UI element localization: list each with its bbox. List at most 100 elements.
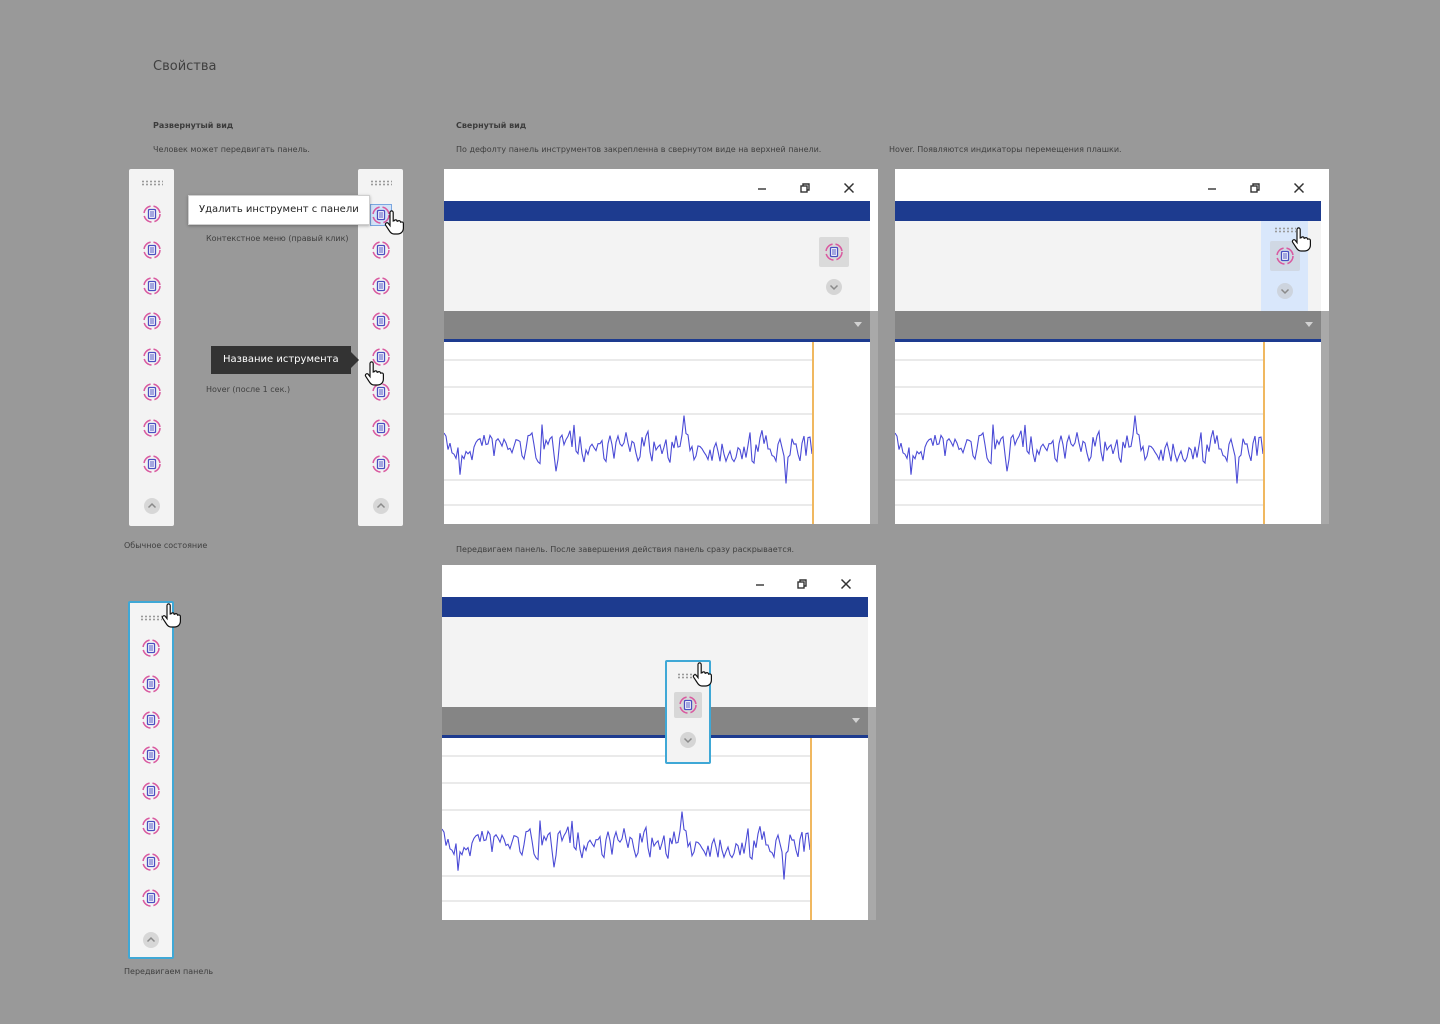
normal-state-caption: Обычное состояние (124, 541, 208, 550)
chevron-down-icon (829, 284, 839, 291)
collapsed-view-heading: Свернутый вид (456, 121, 527, 130)
tool-document-refresh-icon (142, 383, 161, 401)
minimize-button[interactable] (755, 181, 769, 195)
tool-document-refresh-icon (142, 639, 160, 657)
collapsed-drag-description: Передвигаем панель. После завершения дей… (456, 545, 795, 554)
close-button[interactable] (842, 181, 856, 195)
close-button[interactable] (1292, 181, 1306, 195)
tool-document-refresh-icon (142, 312, 161, 330)
toolbar-tool-7[interactable] (141, 852, 161, 872)
toolbar-tool-4[interactable] (371, 311, 391, 331)
restore-icon (797, 579, 807, 589)
tool-document-refresh-icon (142, 348, 161, 366)
toolbar-tool-3[interactable] (371, 276, 391, 296)
toolbar-tool-8[interactable] (141, 888, 161, 908)
collapse-panel-button[interactable] (143, 932, 159, 948)
tool-document-refresh-icon (371, 241, 390, 259)
tool-document-refresh-icon (142, 853, 160, 871)
toolbar-tool-1[interactable] (142, 204, 162, 224)
toolbar-tool-3[interactable] (141, 710, 161, 730)
close-icon (840, 578, 852, 590)
collapse-panel-button[interactable] (372, 498, 389, 514)
signal-chart (895, 342, 1321, 524)
toolbar-tool-8[interactable] (142, 454, 162, 474)
expand-panel-button[interactable] (1277, 283, 1293, 299)
signal-line (444, 415, 813, 484)
drag-handle[interactable] (140, 180, 163, 186)
toolbar-tool-6[interactable] (141, 816, 161, 836)
tool-document-refresh-icon (142, 711, 160, 729)
moving-panel-caption: Передвигаем панель (124, 967, 214, 976)
toolbar-tool-2[interactable] (371, 240, 391, 260)
restore-icon (800, 183, 810, 193)
collapsed-tool-button[interactable] (819, 237, 849, 267)
toolbar-panel-normal[interactable] (129, 169, 174, 526)
right-scroll-edge (870, 311, 878, 524)
data-header-bar (442, 707, 868, 735)
tool-document-refresh-icon (825, 243, 843, 261)
app-window-collapsed-hover (895, 169, 1329, 524)
collapse-panel-button[interactable] (143, 498, 160, 514)
minimize-button[interactable] (1205, 181, 1219, 195)
toolbar-tool-7[interactable] (142, 418, 162, 438)
minimize-icon (1208, 188, 1216, 190)
toolbar-tool-2[interactable] (141, 674, 161, 694)
hand-pointer-icon (383, 210, 405, 236)
app-window-collapsed-drag (442, 565, 876, 920)
minimize-button[interactable] (753, 577, 767, 591)
hand-pointer-icon (1290, 227, 1312, 253)
toolbar-tool-5[interactable] (141, 781, 161, 801)
restore-button[interactable] (795, 577, 809, 591)
toolbar-tool-1[interactable] (141, 638, 161, 658)
chevron-down-icon (683, 737, 693, 744)
ribbon-area (444, 221, 870, 311)
close-icon (843, 182, 855, 194)
restore-button[interactable] (798, 181, 812, 195)
toolbar-tool-8[interactable] (371, 454, 391, 474)
context-menu-remove-tool[interactable]: Удалить инструмент с панели (188, 195, 370, 225)
app-window-collapsed-default (444, 169, 878, 524)
collapsed-tool-button[interactable] (674, 692, 702, 718)
expanded-view-heading: Развернутый вид (153, 121, 234, 130)
tool-document-refresh-icon (679, 696, 697, 714)
hand-pointer-icon (691, 662, 713, 688)
toolbar-tool-6[interactable] (142, 382, 162, 402)
restore-icon (1250, 183, 1260, 193)
toolbar-tool-5[interactable] (142, 347, 162, 367)
tool-document-refresh-icon (142, 419, 161, 437)
close-button[interactable] (839, 577, 853, 591)
ribbon-area (895, 221, 1321, 311)
expanded-view-description: Человек может передвигать панель. (153, 145, 310, 154)
signal-chart (444, 342, 870, 524)
toolbar-panel-moving[interactable] (128, 601, 174, 959)
tool-document-refresh-icon (142, 889, 160, 907)
restore-button[interactable] (1248, 181, 1262, 195)
close-icon (1293, 182, 1305, 194)
drag-handle[interactable] (140, 615, 162, 621)
toolbar-tool-2[interactable] (142, 240, 162, 260)
chevron-up-icon (147, 502, 156, 509)
tooltip-caption: Hover (после 1 сек.) (206, 385, 291, 394)
tool-document-refresh-icon (142, 205, 161, 223)
signal-chart (442, 738, 868, 920)
hand-pointer-icon (160, 603, 182, 629)
ribbon-area (442, 617, 868, 707)
tool-document-refresh-icon (142, 241, 161, 259)
page-title: Свойства (153, 59, 217, 74)
collapsed-default-description: По дефолту панель инструментов закреплен… (456, 145, 822, 154)
window-title-bar (444, 201, 870, 221)
right-scroll-edge (1321, 311, 1329, 524)
tool-document-refresh-icon (371, 455, 390, 473)
tool-document-refresh-icon (142, 675, 160, 693)
tool-document-refresh-icon (142, 277, 161, 295)
toolbar-tool-4[interactable] (142, 311, 162, 331)
data-header-bar (444, 311, 870, 339)
signal-line (895, 415, 1264, 484)
expand-panel-button[interactable] (680, 732, 696, 748)
toolbar-tool-7[interactable] (371, 418, 391, 438)
signal-line (442, 811, 811, 880)
expand-panel-button[interactable] (826, 279, 842, 295)
drag-handle[interactable] (369, 180, 392, 186)
toolbar-tool-3[interactable] (142, 276, 162, 296)
toolbar-tool-4[interactable] (141, 745, 161, 765)
